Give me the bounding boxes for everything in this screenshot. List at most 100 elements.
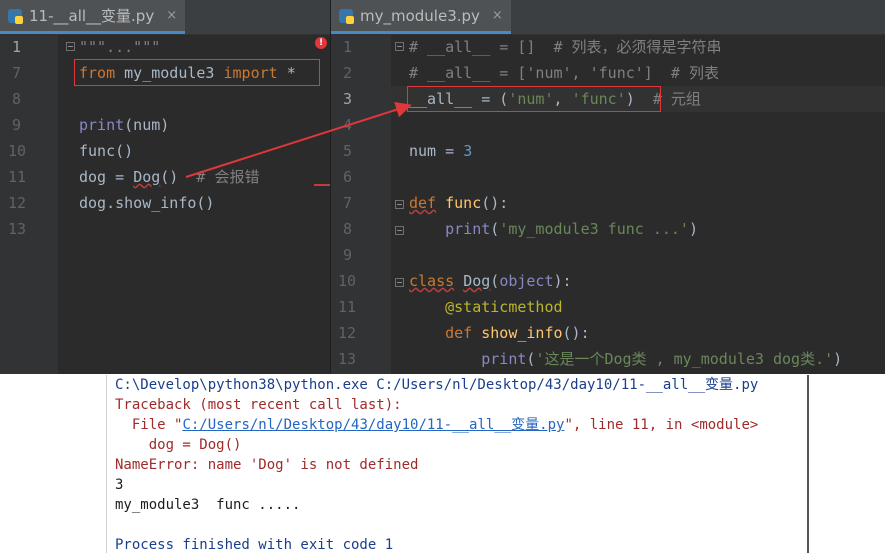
console-text: ", line 11, in <module>: [564, 417, 759, 433]
class-name: Dog: [463, 272, 491, 290]
line-number: 13: [338, 350, 357, 368]
line-number: 12: [338, 324, 357, 342]
code-text: dog =: [79, 168, 134, 186]
console-code-line: dog = Dog(): [115, 437, 242, 453]
line-gutter: 1 7 8 9 10 11 12 13: [0, 34, 58, 374]
line-number: 11: [8, 168, 27, 186]
line-number: 7: [343, 194, 353, 212]
code-text: ():: [481, 194, 509, 212]
close-icon[interactable]: ×: [492, 8, 503, 23]
error-stripe-mark[interactable]: [314, 184, 330, 186]
builtin-object: object: [499, 272, 554, 290]
code-text: num =: [409, 142, 464, 160]
unresolved-dog-reference: Dog: [133, 168, 161, 186]
code-line-12[interactable]: def show_info():: [409, 320, 590, 346]
console-file-line: File "C:/Users/nl/Desktop/43/day10/11-__…: [115, 415, 758, 435]
error-icon[interactable]: !: [315, 37, 327, 49]
code-text: ():: [562, 324, 590, 342]
function-name: func: [445, 194, 482, 212]
line-number: 4: [343, 116, 353, 134]
line-number: 5: [343, 142, 353, 160]
line-number: 8: [12, 90, 22, 108]
code-line-5[interactable]: num = 3: [409, 138, 472, 164]
string-literal: 'my_module3 func ...': [499, 220, 689, 238]
string-literal: '这是一个Dog类 , my_module3 dog类.': [535, 350, 834, 368]
line-number: 6: [343, 168, 353, 186]
code-line-11[interactable]: @staticmethod: [409, 294, 563, 320]
line-number: 11: [338, 298, 357, 316]
code-line-10[interactable]: class Dog(object):: [409, 268, 572, 294]
code-line-11[interactable]: dog = Dog() # 会报错: [79, 164, 259, 190]
right-editor-pane: my_module3.py × 1 2 3 4 5 6 7 8 9 10 11 …: [331, 0, 885, 374]
console-output: my_module3 func .....: [115, 497, 301, 513]
python-file-icon: [339, 8, 354, 24]
function-name: show_info: [481, 324, 563, 342]
line-number: 2: [343, 64, 353, 82]
line-number: 10: [8, 142, 27, 160]
builtin-print: print: [481, 350, 527, 368]
line-gutter: 1 2 3 4 5 6 7 8 9 10 11 12 13: [331, 34, 391, 374]
file-link[interactable]: C:/Users/nl/Desktop/43/day10/11-__all__变…: [182, 417, 564, 433]
code-text: ): [688, 220, 698, 238]
console-command: C:\Develop\python38\python.exe C:/Users/…: [115, 377, 759, 393]
comment-will-error: # 会报错: [196, 168, 260, 186]
keyword-def: def: [445, 324, 473, 342]
code-line-1[interactable]: """...""": [79, 34, 160, 60]
line-number: 9: [343, 246, 353, 264]
right-tab-bar: my_module3.py ×: [331, 0, 885, 35]
code-text: ): [833, 350, 843, 368]
tab-my-module3[interactable]: my_module3.py ×: [331, 0, 511, 34]
console-traceback: Traceback (most recent call last):: [115, 397, 402, 413]
code-line-1[interactable]: # __all__ = [] # 列表，必须得是字符串: [409, 34, 722, 60]
console-text: File ": [115, 417, 183, 433]
line-number: 13: [8, 220, 27, 238]
line-number: 9: [12, 116, 22, 134]
code-text: (num): [124, 116, 170, 134]
left-editor-pane: 11-__all__变量.py × 1 7 8 9 10 11 12 13 ! …: [0, 0, 330, 374]
builtin-print: print: [79, 116, 125, 134]
line-number: 8: [343, 220, 353, 238]
close-icon[interactable]: ×: [166, 8, 177, 23]
code-line-9[interactable]: print(num): [79, 112, 169, 138]
fold-toggle-icon[interactable]: [395, 226, 404, 235]
fold-toggle-icon[interactable]: [395, 42, 404, 51]
console-exit-status: Process finished with exit code 1: [115, 537, 394, 553]
tab-title: 11-__all__变量.py: [29, 7, 155, 25]
code-line-8[interactable]: print('my_module3 func ...'): [409, 216, 698, 242]
decorator: @staticmethod: [445, 298, 563, 316]
line-number: 1: [12, 38, 22, 56]
fold-toggle-icon[interactable]: [66, 42, 75, 51]
line-number: 1: [343, 38, 353, 56]
tab-title: my_module3.py: [360, 6, 480, 25]
code-text: (: [490, 272, 500, 290]
fold-toggle-icon[interactable]: [395, 200, 404, 209]
code-line-13[interactable]: print('这是一个Dog类 , my_module3 dog类.'): [409, 346, 842, 372]
python-file-icon: [8, 8, 23, 24]
code-line-2[interactable]: # __all__ = ['num', 'func'] # 列表: [409, 60, 719, 86]
code-line-7[interactable]: def func():: [409, 190, 508, 216]
line-number: 7: [12, 64, 22, 82]
number-literal: 3: [463, 142, 473, 160]
line-number: 12: [8, 194, 27, 212]
code-line-12[interactable]: dog.show_info(): [79, 190, 214, 216]
all-definition-highlight-box: [407, 86, 661, 112]
keyword-class: class: [409, 272, 455, 290]
line-number: 10: [338, 272, 357, 290]
builtin-print: print: [445, 220, 491, 238]
run-console[interactable]: C:\Develop\python38\python.exe C:/Users/…: [106, 375, 809, 553]
code-text: (): [160, 168, 197, 186]
fold-toggle-icon[interactable]: [395, 278, 404, 287]
code-text: ):: [553, 272, 572, 290]
code-text: (: [490, 220, 500, 238]
tab-11-all-variable[interactable]: 11-__all__变量.py ×: [0, 0, 186, 34]
console-name-error: NameError: name 'Dog' is not defined: [115, 457, 419, 473]
line-number: 3: [343, 90, 353, 108]
console-output: 3: [115, 477, 124, 493]
code-line-10[interactable]: func(): [79, 138, 133, 164]
